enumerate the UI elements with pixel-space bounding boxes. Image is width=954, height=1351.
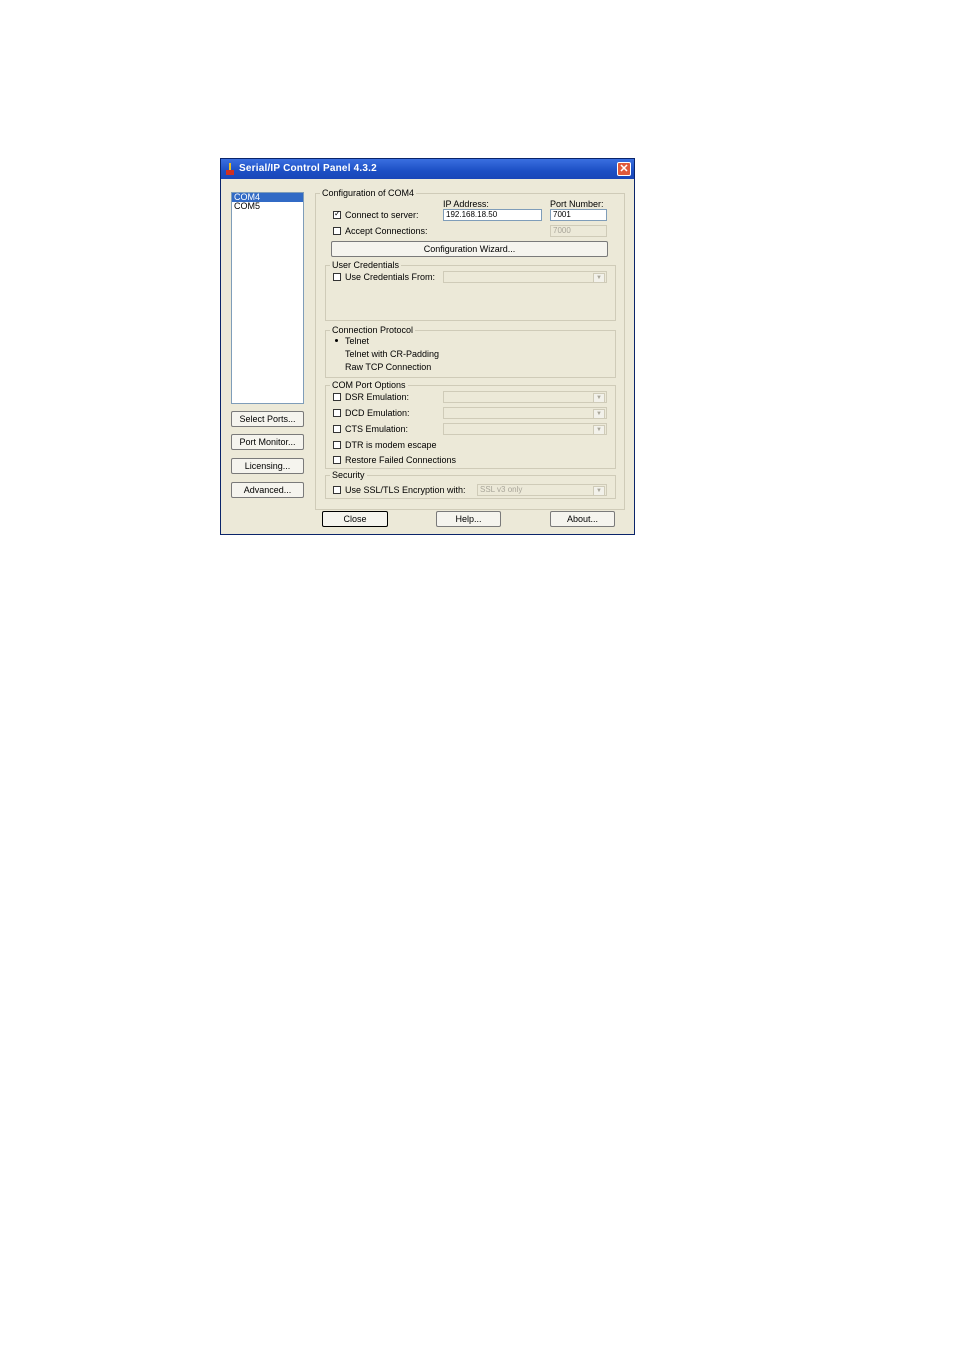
dsr-emulation-select[interactable]: ▼ [443, 391, 607, 403]
port-number-input[interactable]: 7001 [550, 209, 607, 221]
close-window-icon[interactable]: ✕ [617, 162, 631, 176]
chevron-down-icon[interactable]: ▼ [593, 409, 605, 419]
ssl-version-value: SSL v3 only [480, 485, 523, 494]
close-button[interactable]: Close [322, 511, 388, 527]
chevron-down-icon[interactable]: ▼ [593, 486, 605, 496]
about-button[interactable]: About... [550, 511, 615, 527]
user-credentials-label: User Credentials [330, 260, 402, 270]
dcd-emulation-select[interactable]: ▼ [443, 407, 607, 419]
ssl-encryption-label: Use SSL/TLS Encryption with: [345, 485, 466, 495]
cts-emulation-label: CTS Emulation: [345, 424, 409, 434]
configuration-wizard-button[interactable]: Configuration Wizard... [331, 241, 608, 257]
protocol-option-label: Telnet [345, 336, 370, 346]
accept-port-input[interactable]: 7000 [550, 225, 607, 237]
chevron-down-icon[interactable]: ▼ [593, 393, 605, 403]
configuration-group-label: Configuration of COM4 [320, 188, 417, 198]
window-title: Serial/IP Control Panel 4.3.2 [239, 163, 377, 174]
credentials-select[interactable]: ▼ [443, 271, 607, 283]
com-port-item[interactable]: COM5 [232, 202, 303, 211]
ip-address-input[interactable]: 192.168.18.50 [443, 209, 542, 221]
chevron-down-icon[interactable]: ▼ [593, 273, 605, 283]
accept-connections-checkbox[interactable] [333, 227, 341, 235]
chevron-down-icon[interactable]: ▼ [593, 425, 605, 435]
use-credentials-checkbox[interactable] [333, 273, 341, 281]
connection-protocol-label: Connection Protocol [330, 325, 416, 335]
app-icon [226, 163, 234, 175]
dsr-emulation-checkbox[interactable] [333, 393, 341, 401]
restore-failed-connections-checkbox[interactable] [333, 456, 341, 464]
select-ports-button[interactable]: Select Ports... [231, 411, 304, 427]
ip-address-label: IP Address: [443, 199, 489, 209]
dcd-emulation-label: DCD Emulation: [345, 408, 410, 418]
serial-ip-dialog: Serial/IP Control Panel 4.3.2 ✕ COM4 COM… [220, 158, 635, 535]
cts-emulation-checkbox[interactable] [333, 425, 341, 433]
protocol-radio-cr-padding[interactable] [333, 350, 341, 358]
protocol-radio-raw-tcp[interactable] [333, 363, 341, 371]
dtr-modem-escape-checkbox[interactable] [333, 441, 341, 449]
dsr-emulation-label: DSR Emulation: [345, 392, 410, 402]
ssl-encryption-checkbox[interactable] [333, 486, 341, 494]
title-bar[interactable]: Serial/IP Control Panel 4.3.2 ✕ [221, 159, 634, 179]
port-monitor-button[interactable]: Port Monitor... [231, 434, 304, 450]
com-port-options-label: COM Port Options [330, 380, 408, 390]
connect-to-server-checkbox[interactable] [333, 209, 341, 219]
use-credentials-label: Use Credentials From: [345, 272, 436, 282]
port-number-label: Port Number: [550, 199, 604, 209]
help-button[interactable]: Help... [436, 511, 501, 527]
cts-emulation-select[interactable]: ▼ [443, 423, 607, 435]
protocol-radio-telnet[interactable] [333, 337, 341, 345]
connect-to-server-label: Connect to server: [345, 210, 419, 220]
licensing-button[interactable]: Licensing... [231, 458, 304, 474]
protocol-option-label: Raw TCP Connection [345, 362, 432, 372]
dcd-emulation-checkbox[interactable] [333, 409, 341, 417]
restore-failed-connections-label: Restore Failed Connections [345, 455, 457, 465]
advanced-button[interactable]: Advanced... [231, 482, 304, 498]
com-port-list[interactable]: COM4 COM5 [231, 192, 304, 404]
protocol-option-label: Telnet with CR-Padding [345, 349, 440, 359]
security-label: Security [330, 470, 367, 480]
ssl-version-select[interactable]: SSL v3 only ▼ [477, 484, 607, 496]
accept-connections-label: Accept Connections: [345, 226, 428, 236]
dtr-modem-escape-label: DTR is modem escape [345, 440, 437, 450]
